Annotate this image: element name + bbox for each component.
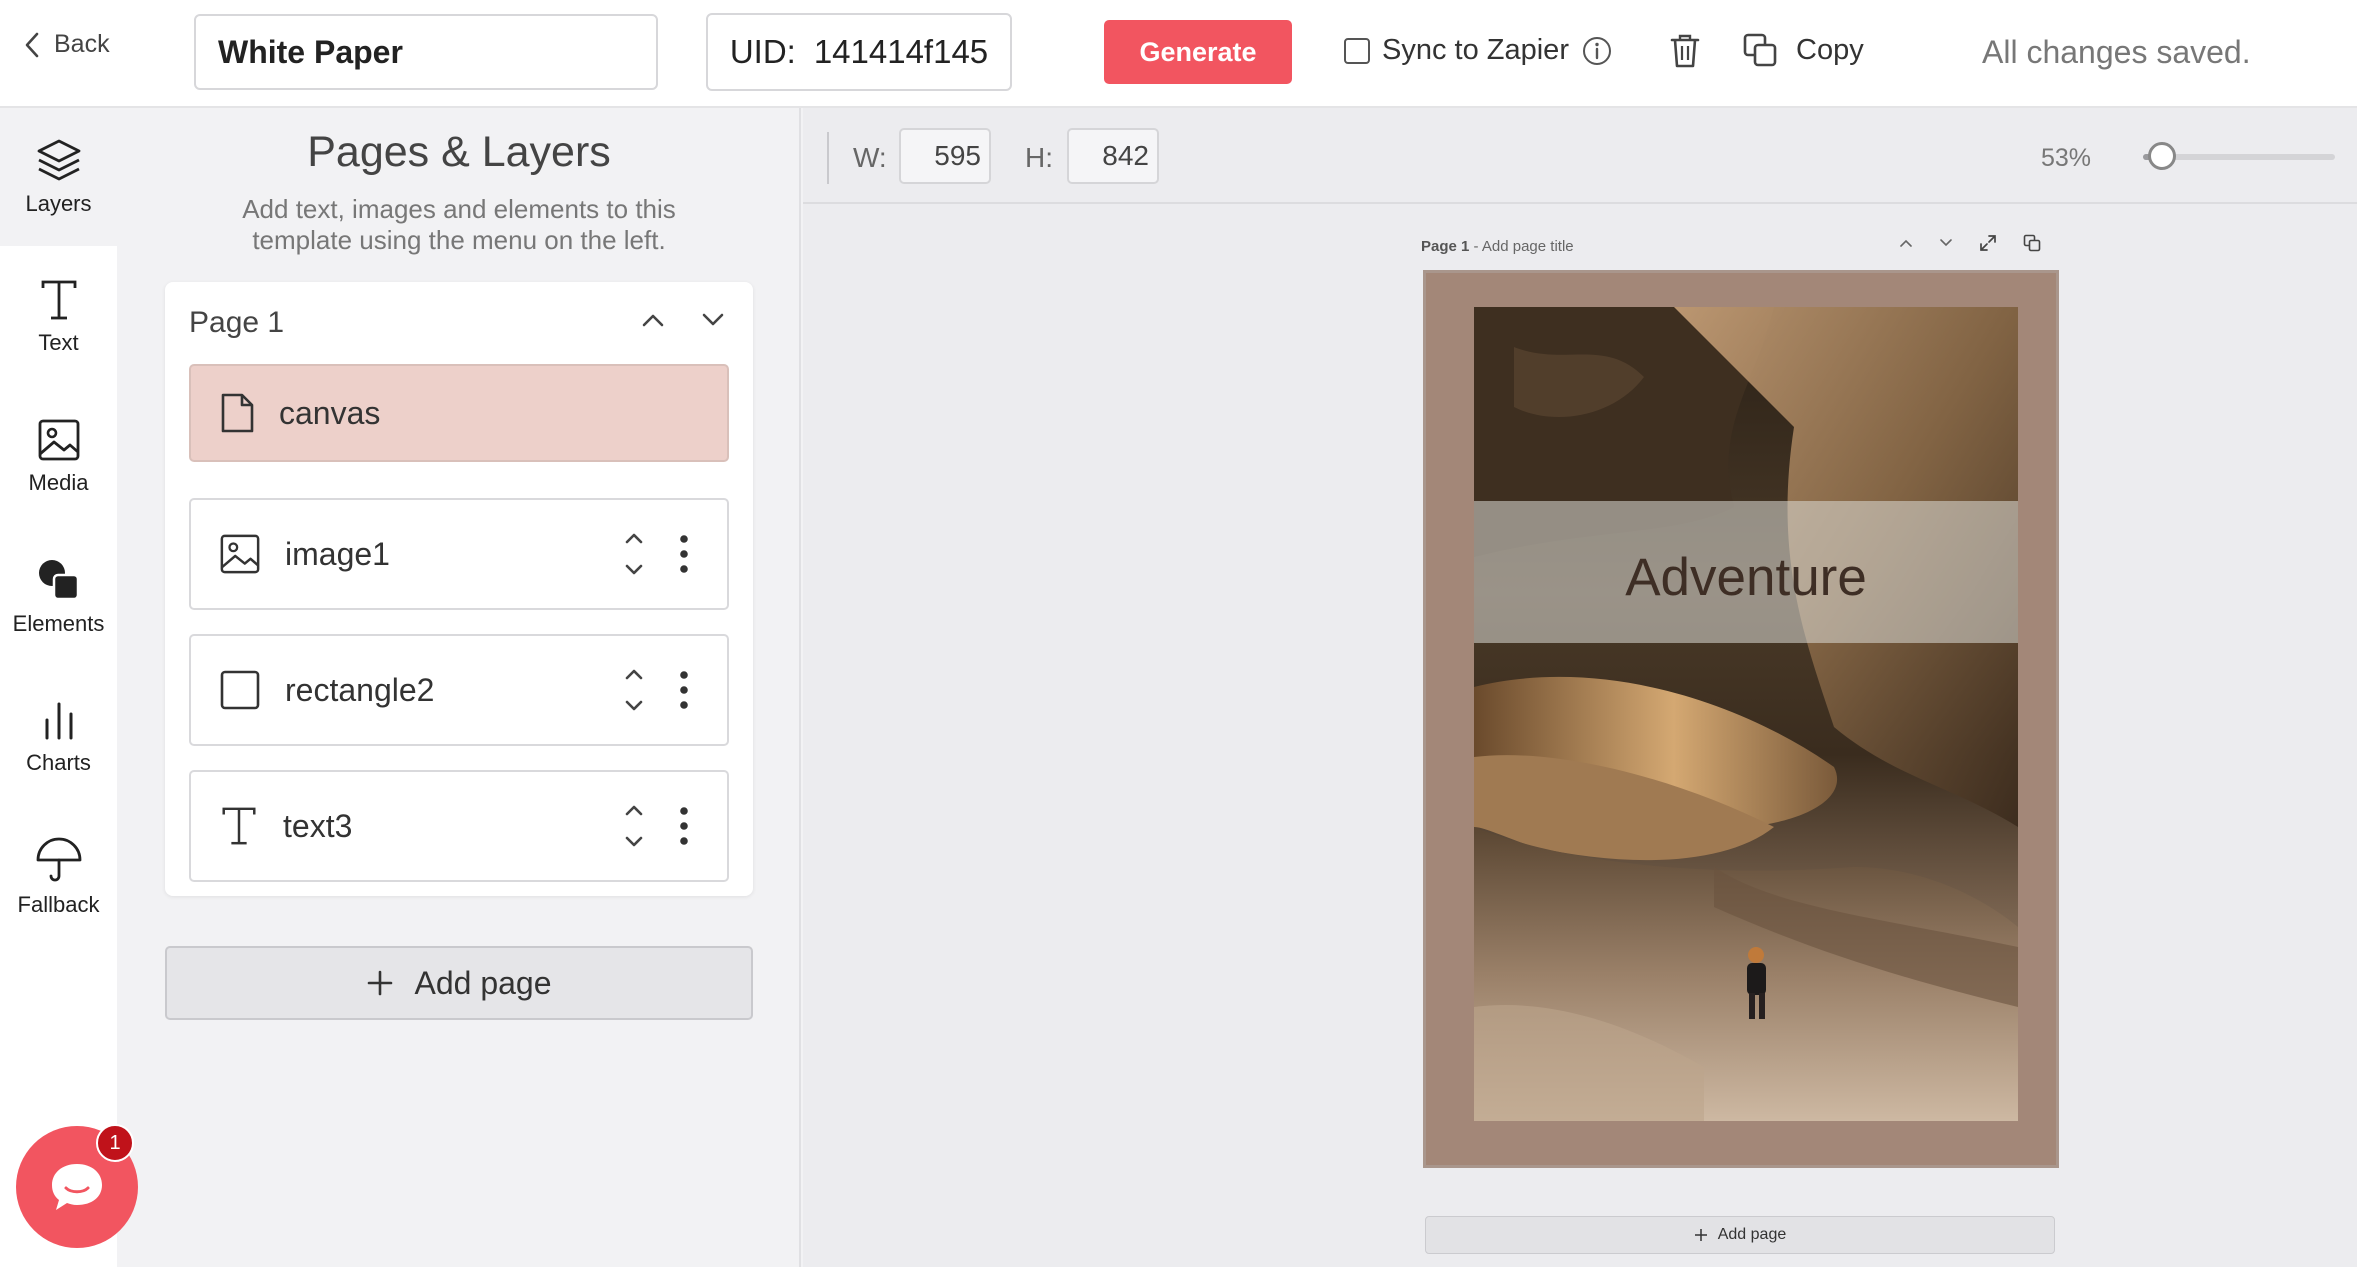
page-card: Page 1 canvas image1 rectangle2 text3 (165, 282, 753, 896)
page-label-hint: - Add page title (1469, 238, 1574, 255)
layer-controls (623, 666, 689, 714)
rail-item-charts[interactable]: Charts (0, 668, 117, 806)
page-tools (1899, 234, 2041, 252)
page-name: Page 1 (189, 306, 285, 339)
canvas-add-page-label: Add page (1717, 1226, 1787, 1243)
back-button[interactable]: Back (24, 30, 110, 59)
add-page-label: Add page (414, 964, 552, 1001)
page-title-label[interactable]: Page 1 - Add page title (1421, 238, 1574, 255)
rail-item-elements[interactable]: Elements (0, 528, 117, 666)
text-icon (219, 805, 259, 847)
rail-label-fallback: Fallback (17, 892, 100, 917)
height-label: H: (1025, 142, 1053, 173)
rail-label-text: Text (38, 330, 79, 355)
copy-label: Copy (1796, 33, 1864, 66)
height-input[interactable] (1067, 128, 1159, 184)
rail-label-media: Media (28, 470, 89, 495)
umbrella-icon (34, 836, 84, 884)
page-canvas[interactable]: Adventure (1423, 270, 2059, 1168)
image-icon (219, 533, 261, 575)
chevron-down-icon[interactable] (701, 312, 725, 328)
uid-field[interactable]: UID: 141414f145 (706, 13, 1012, 91)
width-label: W: (853, 142, 887, 173)
template-name-input[interactable] (194, 14, 658, 90)
width-input[interactable] (899, 128, 991, 184)
layer-name: canvas (279, 394, 381, 431)
square-icon (219, 669, 261, 711)
panel-description: Add text, images and elements to this te… (242, 194, 676, 255)
layers-panel: Pages & Layers Add text, images and elem… (117, 108, 801, 1267)
shapes-icon (36, 557, 82, 603)
uid-label: UID: (729, 33, 796, 70)
plus-icon (1694, 1228, 1708, 1242)
plus-icon (366, 969, 394, 997)
rail-item-media[interactable]: Media (0, 388, 117, 526)
file-icon (219, 392, 255, 434)
rail-label-layers: Layers (25, 191, 92, 216)
chevron-up-icon[interactable] (1899, 238, 1913, 248)
reorder-icon[interactable] (623, 666, 645, 714)
chat-bubble-icon (46, 1158, 108, 1216)
reorder-icon[interactable] (623, 802, 645, 850)
layer-name: text3 (283, 807, 353, 844)
rail-item-layers[interactable]: Layers (0, 108, 117, 246)
zoom-level: 53% (2041, 144, 2092, 172)
divider (827, 132, 829, 184)
canvas-add-page-button[interactable]: Add page (1425, 1216, 2055, 1254)
generate-button[interactable]: Generate (1104, 20, 1292, 84)
layer-item-canvas[interactable]: canvas (189, 364, 729, 462)
back-label: Back (54, 30, 110, 58)
image-icon (37, 418, 81, 462)
bar-chart-icon (39, 698, 79, 742)
rail-item-fallback[interactable]: Fallback (0, 808, 117, 946)
panel-title: Pages & Layers (307, 128, 611, 176)
layer-controls (623, 530, 689, 578)
trash-icon[interactable] (1668, 32, 1702, 70)
top-bar: Back UID: 141414f145 Generate Sync to Za… (0, 0, 2357, 108)
add-page-button[interactable]: Add page (165, 946, 753, 1020)
copy-icon (1742, 32, 1778, 68)
layer-item-text3[interactable]: text3 (189, 770, 729, 882)
layer-name: image1 (285, 535, 390, 572)
info-icon[interactable] (1581, 35, 1613, 67)
notification-badge: 1 (96, 1124, 134, 1162)
copy-button[interactable]: Copy (1742, 32, 1864, 68)
more-options-icon[interactable] (679, 805, 689, 847)
chevron-up-icon[interactable] (641, 312, 665, 328)
layer-image1[interactable]: Adventure (1474, 307, 2018, 1121)
layer-text3[interactable]: Adventure (1474, 547, 2018, 608)
left-toolbar: Layers Text Media Elements Charts Fallba… (0, 108, 117, 1267)
more-options-icon[interactable] (679, 533, 689, 575)
sync-to-zapier[interactable]: Sync to Zapier (1344, 34, 1613, 67)
chevron-down-icon[interactable] (1939, 238, 1953, 248)
layer-controls (623, 802, 689, 850)
page-label-name: Page 1 (1421, 238, 1470, 255)
expand-icon[interactable] (1979, 234, 1997, 252)
layer-item-rectangle2[interactable]: rectangle2 (189, 634, 729, 746)
zoom-slider-thumb[interactable] (2148, 142, 2177, 170)
sync-label: Sync to Zapier (1382, 34, 1569, 66)
rail-label-charts: Charts (26, 750, 91, 775)
layers-icon (35, 137, 83, 183)
rail-label-elements: Elements (12, 611, 105, 636)
reorder-icon[interactable] (623, 530, 645, 578)
duplicate-icon[interactable] (2023, 234, 2041, 252)
rail-item-text[interactable]: Text (0, 248, 117, 386)
dimension-bar: W: H: 53% (803, 108, 2357, 204)
more-options-icon[interactable] (679, 669, 689, 711)
uid-value: 141414f145 (813, 33, 989, 70)
page-order-controls (641, 312, 725, 328)
layer-name: rectangle2 (285, 671, 435, 708)
canvas-area: W: H: 53% Page 1 - Add page title (803, 108, 2357, 1267)
canyon-photo (1474, 307, 2018, 1121)
chevron-left-icon (24, 32, 40, 58)
sync-checkbox[interactable] (1344, 37, 1370, 64)
layer-item-image1[interactable]: image1 (189, 498, 729, 610)
zoom-slider[interactable] (2143, 142, 2335, 170)
save-status: All changes saved. (1982, 34, 2251, 70)
text-icon (39, 278, 79, 322)
